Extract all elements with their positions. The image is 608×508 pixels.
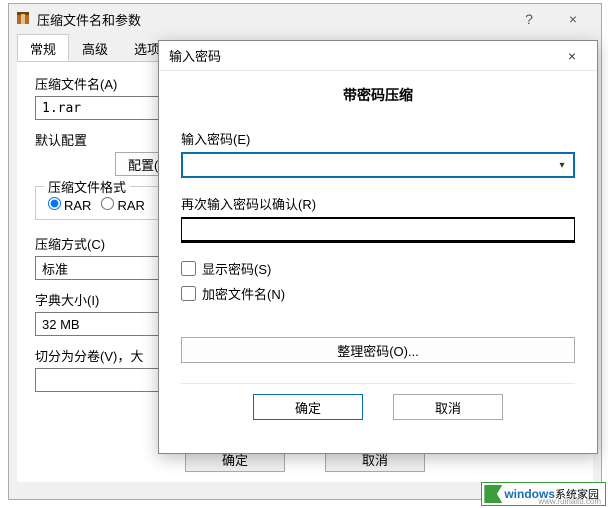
- password-heading: 带密码压缩: [181, 85, 575, 105]
- show-password-option[interactable]: 显示密码(S): [181, 259, 575, 278]
- format-rar2-option[interactable]: RAR: [101, 197, 144, 213]
- show-password-label: 显示密码(S): [202, 259, 271, 278]
- password-dialog: 输入密码 × 带密码压缩 输入密码(E) ▾ 再次输入密码以确认(R) 显示密码…: [158, 40, 598, 454]
- encrypt-names-label: 加密文件名(N): [202, 284, 285, 303]
- main-window-title: 压缩文件名和参数: [37, 10, 507, 29]
- watermark: windows 系统家园 www.ruinaitu.com: [481, 482, 606, 506]
- password-dialog-title: 输入密码: [169, 46, 557, 65]
- dict-select[interactable]: [35, 312, 165, 336]
- organize-passwords-button[interactable]: 整理密码(O)...: [181, 337, 575, 363]
- password-dialog-buttons: 确定 取消: [181, 383, 575, 420]
- titlebar-buttons: ? ×: [507, 5, 595, 33]
- method-select[interactable]: [35, 256, 165, 280]
- split-input[interactable]: [35, 368, 165, 392]
- password-confirm-label: 再次输入密码以确认(R): [181, 194, 575, 213]
- password-body: 带密码压缩 输入密码(E) ▾ 再次输入密码以确认(R) 显示密码(S) 加密文…: [159, 71, 597, 430]
- tab-advanced[interactable]: 高级: [69, 34, 121, 61]
- password-close-button[interactable]: ×: [557, 48, 587, 64]
- show-password-checkbox[interactable]: [181, 261, 196, 276]
- password-input[interactable]: [181, 152, 575, 178]
- password-label: 输入密码(E): [181, 129, 575, 148]
- format-legend: 压缩文件格式: [44, 177, 130, 196]
- format-rar-radio[interactable]: [48, 197, 61, 210]
- encrypt-names-option[interactable]: 加密文件名(N): [181, 284, 575, 303]
- password-ok-button[interactable]: 确定: [253, 394, 363, 420]
- password-titlebar: 输入密码 ×: [159, 41, 597, 71]
- password-cancel-button[interactable]: 取消: [393, 394, 503, 420]
- password-confirm-input[interactable]: [181, 217, 575, 243]
- flag-icon: [484, 485, 502, 503]
- encrypt-names-checkbox[interactable]: [181, 286, 196, 301]
- format-rar2-radio[interactable]: [101, 197, 114, 210]
- format-rar-option[interactable]: RAR: [48, 197, 91, 213]
- watermark-url: www.ruinaitu.com: [538, 497, 601, 506]
- password-dropdown-icon[interactable]: ▾: [552, 155, 572, 175]
- help-button[interactable]: ?: [507, 5, 551, 33]
- main-titlebar: 压缩文件名和参数 ? ×: [9, 4, 601, 34]
- app-icon: [15, 11, 31, 27]
- close-button[interactable]: ×: [551, 5, 595, 33]
- tab-general[interactable]: 常规: [17, 34, 69, 61]
